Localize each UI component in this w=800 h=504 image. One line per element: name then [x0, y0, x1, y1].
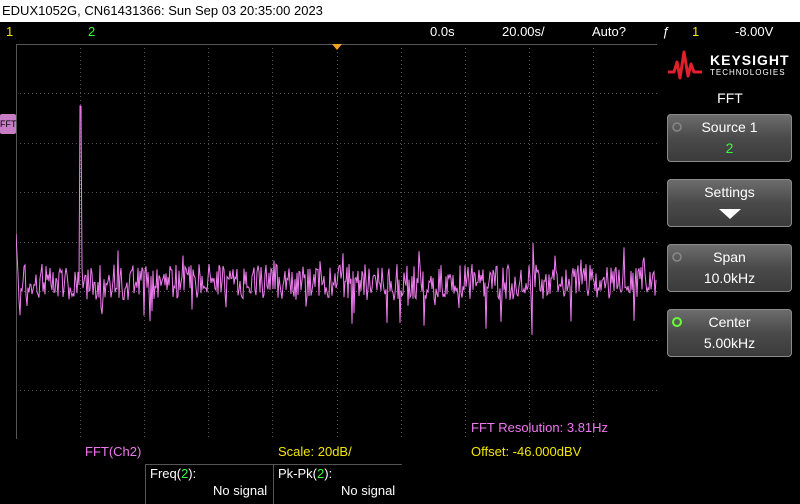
- softkey-center[interactable]: Center 5.00kHz: [667, 309, 792, 357]
- softkey-span-value: 10.0kHz: [703, 270, 756, 286]
- softkey-settings-label: Settings: [704, 184, 755, 200]
- menu-title: FFT: [717, 90, 743, 106]
- measurement-pkpk: Pk-Pk(2): No signal: [273, 464, 402, 504]
- fft-graticule[interactable]: FFT Resolution: 3.81Hz: [15, 44, 658, 440]
- status-bar: 1 2 0.0s 20.00s/ Auto? ƒ 1 -8.00V: [0, 22, 800, 42]
- softkey-span[interactable]: Span 10.0kHz: [667, 244, 792, 292]
- fft-trace-display: [15, 44, 658, 440]
- fft-trace: [15, 105, 657, 335]
- measurement-freq-label-suffix: ):: [188, 466, 197, 481]
- fft-scale-label: Scale: 20dB/: [278, 444, 352, 459]
- fft-resolution: FFT Resolution: 3.81Hz: [471, 420, 609, 435]
- trigger-position-marker: [332, 44, 342, 50]
- fft-offset-label: Offset: -46.000dBV: [471, 444, 582, 459]
- time-scale: 20.00s/: [502, 24, 545, 39]
- trigger-source: 1: [692, 24, 700, 39]
- measurement-pkpk-value: No signal: [341, 483, 396, 498]
- channel-2-indicator[interactable]: 2: [88, 22, 95, 42]
- time-delay: 0.0s: [430, 24, 455, 39]
- brand-name: KEYSIGHT: [710, 52, 790, 68]
- measurement-freq-value: No signal: [213, 483, 268, 498]
- trigger-level: -8.00V: [735, 24, 774, 39]
- softkey-source-label: Source 1: [701, 119, 758, 135]
- window-title: EDUX1052G, CN61431366: Sun Sep 03 20:35:…: [0, 0, 800, 22]
- softkey-span-label: Span: [713, 249, 746, 265]
- brand-sub: TECHNOLOGIES: [710, 68, 786, 77]
- channel-1-indicator[interactable]: 1: [6, 22, 13, 42]
- trigger-mode: Auto?: [592, 24, 626, 39]
- softkey-settings[interactable]: Settings: [667, 179, 792, 227]
- fft-reference-marker: FFT: [0, 114, 17, 134]
- measurement-pkpk-label-suffix: ):: [324, 466, 333, 481]
- measurement-pkpk-label-prefix: Pk-Pk(: [278, 466, 317, 481]
- softkey-center-label: Center: [708, 314, 751, 330]
- keysight-wave-icon: [668, 50, 702, 80]
- softkey-source[interactable]: Source 1 2: [667, 114, 792, 162]
- softkey-source-value: 2: [725, 140, 734, 156]
- trigger-edge-icon: ƒ: [662, 24, 670, 39]
- fft-source-label: FFT(Ch2): [85, 444, 142, 459]
- softkey-center-value: 5.00kHz: [703, 335, 756, 351]
- keysight-logo: KEYSIGHT TECHNOLOGIES: [660, 44, 800, 84]
- measurement-freq-label-prefix: Freq(: [150, 466, 182, 481]
- grid-lines: [16, 44, 658, 440]
- measurement-freq: Freq(2): No signal: [145, 464, 274, 504]
- submenu-arrow-icon: [719, 209, 741, 219]
- bottom-info-bar: FFT(Ch2) Scale: 20dB/ Offset: -46.000dBV: [0, 441, 660, 463]
